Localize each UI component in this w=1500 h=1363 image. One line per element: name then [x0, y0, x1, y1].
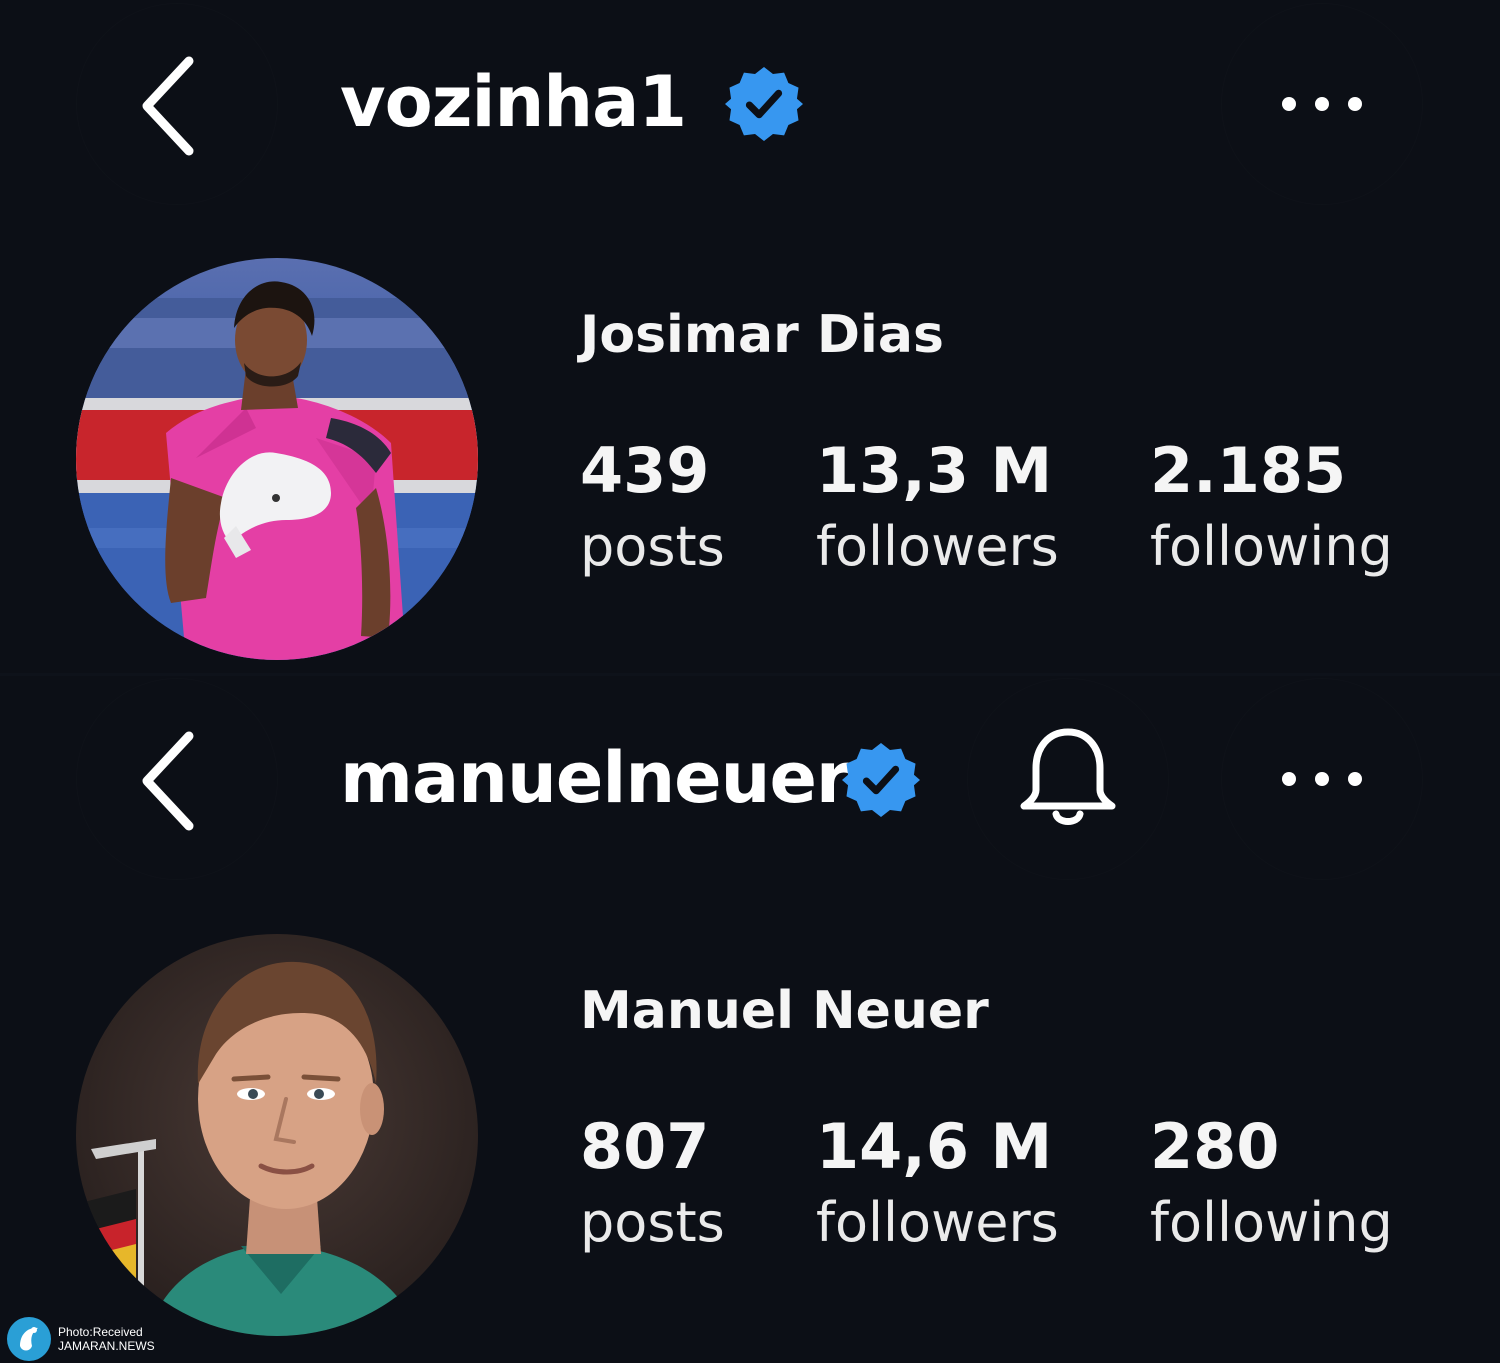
- more-options-button[interactable]: [1222, 4, 1422, 204]
- watermark: Photo:Received JAMARAN.NEWS: [6, 1316, 155, 1362]
- profile-header-vozinha1: vozinha1 Josimar Dias 439 posts 13,3 M f…: [0, 0, 1500, 676]
- stat-value: 807: [580, 1110, 710, 1183]
- following-count[interactable]: 2.185 following: [1150, 440, 1393, 574]
- jamaran-logo-icon: [7, 1317, 51, 1361]
- notifications-button[interactable]: [968, 679, 1168, 879]
- posts-count[interactable]: 439 posts: [580, 440, 725, 574]
- verified-badge-icon: [842, 742, 920, 818]
- stat-label: followers: [816, 515, 1059, 578]
- stat-value: 439: [580, 434, 710, 507]
- screenshot-page: vozinha1 Josimar Dias 439 posts 13,3 M f…: [0, 0, 1500, 1363]
- avatar-photo: [76, 258, 478, 660]
- more-horizontal-icon: [1282, 772, 1362, 786]
- profile-avatar[interactable]: [76, 934, 478, 1336]
- more-options-button[interactable]: [1222, 679, 1422, 879]
- watermark-line-2: JAMARAN.NEWS: [58, 1339, 155, 1353]
- stat-value: 280: [1150, 1110, 1280, 1183]
- chevron-left-icon: [142, 56, 194, 156]
- back-button[interactable]: [77, 679, 277, 879]
- avatar-photo: [76, 934, 478, 1336]
- stat-label: followers: [816, 1191, 1059, 1254]
- profile-username: vozinha1: [340, 61, 687, 143]
- profile-full-name: Manuel Neuer: [580, 981, 989, 1041]
- stat-value: 13,3 M: [816, 434, 1053, 507]
- profile-username: manuelneuer: [340, 737, 850, 819]
- back-button[interactable]: [77, 4, 277, 204]
- watermark-line-1: Photo:Received: [58, 1325, 143, 1339]
- stat-label: posts: [580, 515, 725, 578]
- stat-value: 2.185: [1150, 434, 1347, 507]
- followers-count[interactable]: 14,6 M followers: [816, 1116, 1059, 1250]
- stat-label: following: [1150, 1191, 1393, 1254]
- followers-count[interactable]: 13,3 M followers: [816, 440, 1059, 574]
- verified-badge-icon: [725, 66, 803, 142]
- profile-avatar[interactable]: [76, 258, 478, 660]
- stat-label: posts: [580, 1191, 725, 1254]
- chevron-left-icon: [142, 731, 194, 831]
- profile-header-manuelneuer: manuelneuer Manuel Neuer 807 posts 14,6 …: [0, 676, 1500, 1363]
- stat-label: following: [1150, 515, 1393, 578]
- posts-count[interactable]: 807 posts: [580, 1116, 725, 1250]
- more-horizontal-icon: [1282, 97, 1362, 111]
- following-count[interactable]: 280 following: [1150, 1116, 1393, 1250]
- profile-full-name: Josimar Dias: [580, 305, 944, 365]
- stat-value: 14,6 M: [816, 1110, 1053, 1183]
- bell-icon: [1020, 728, 1116, 825]
